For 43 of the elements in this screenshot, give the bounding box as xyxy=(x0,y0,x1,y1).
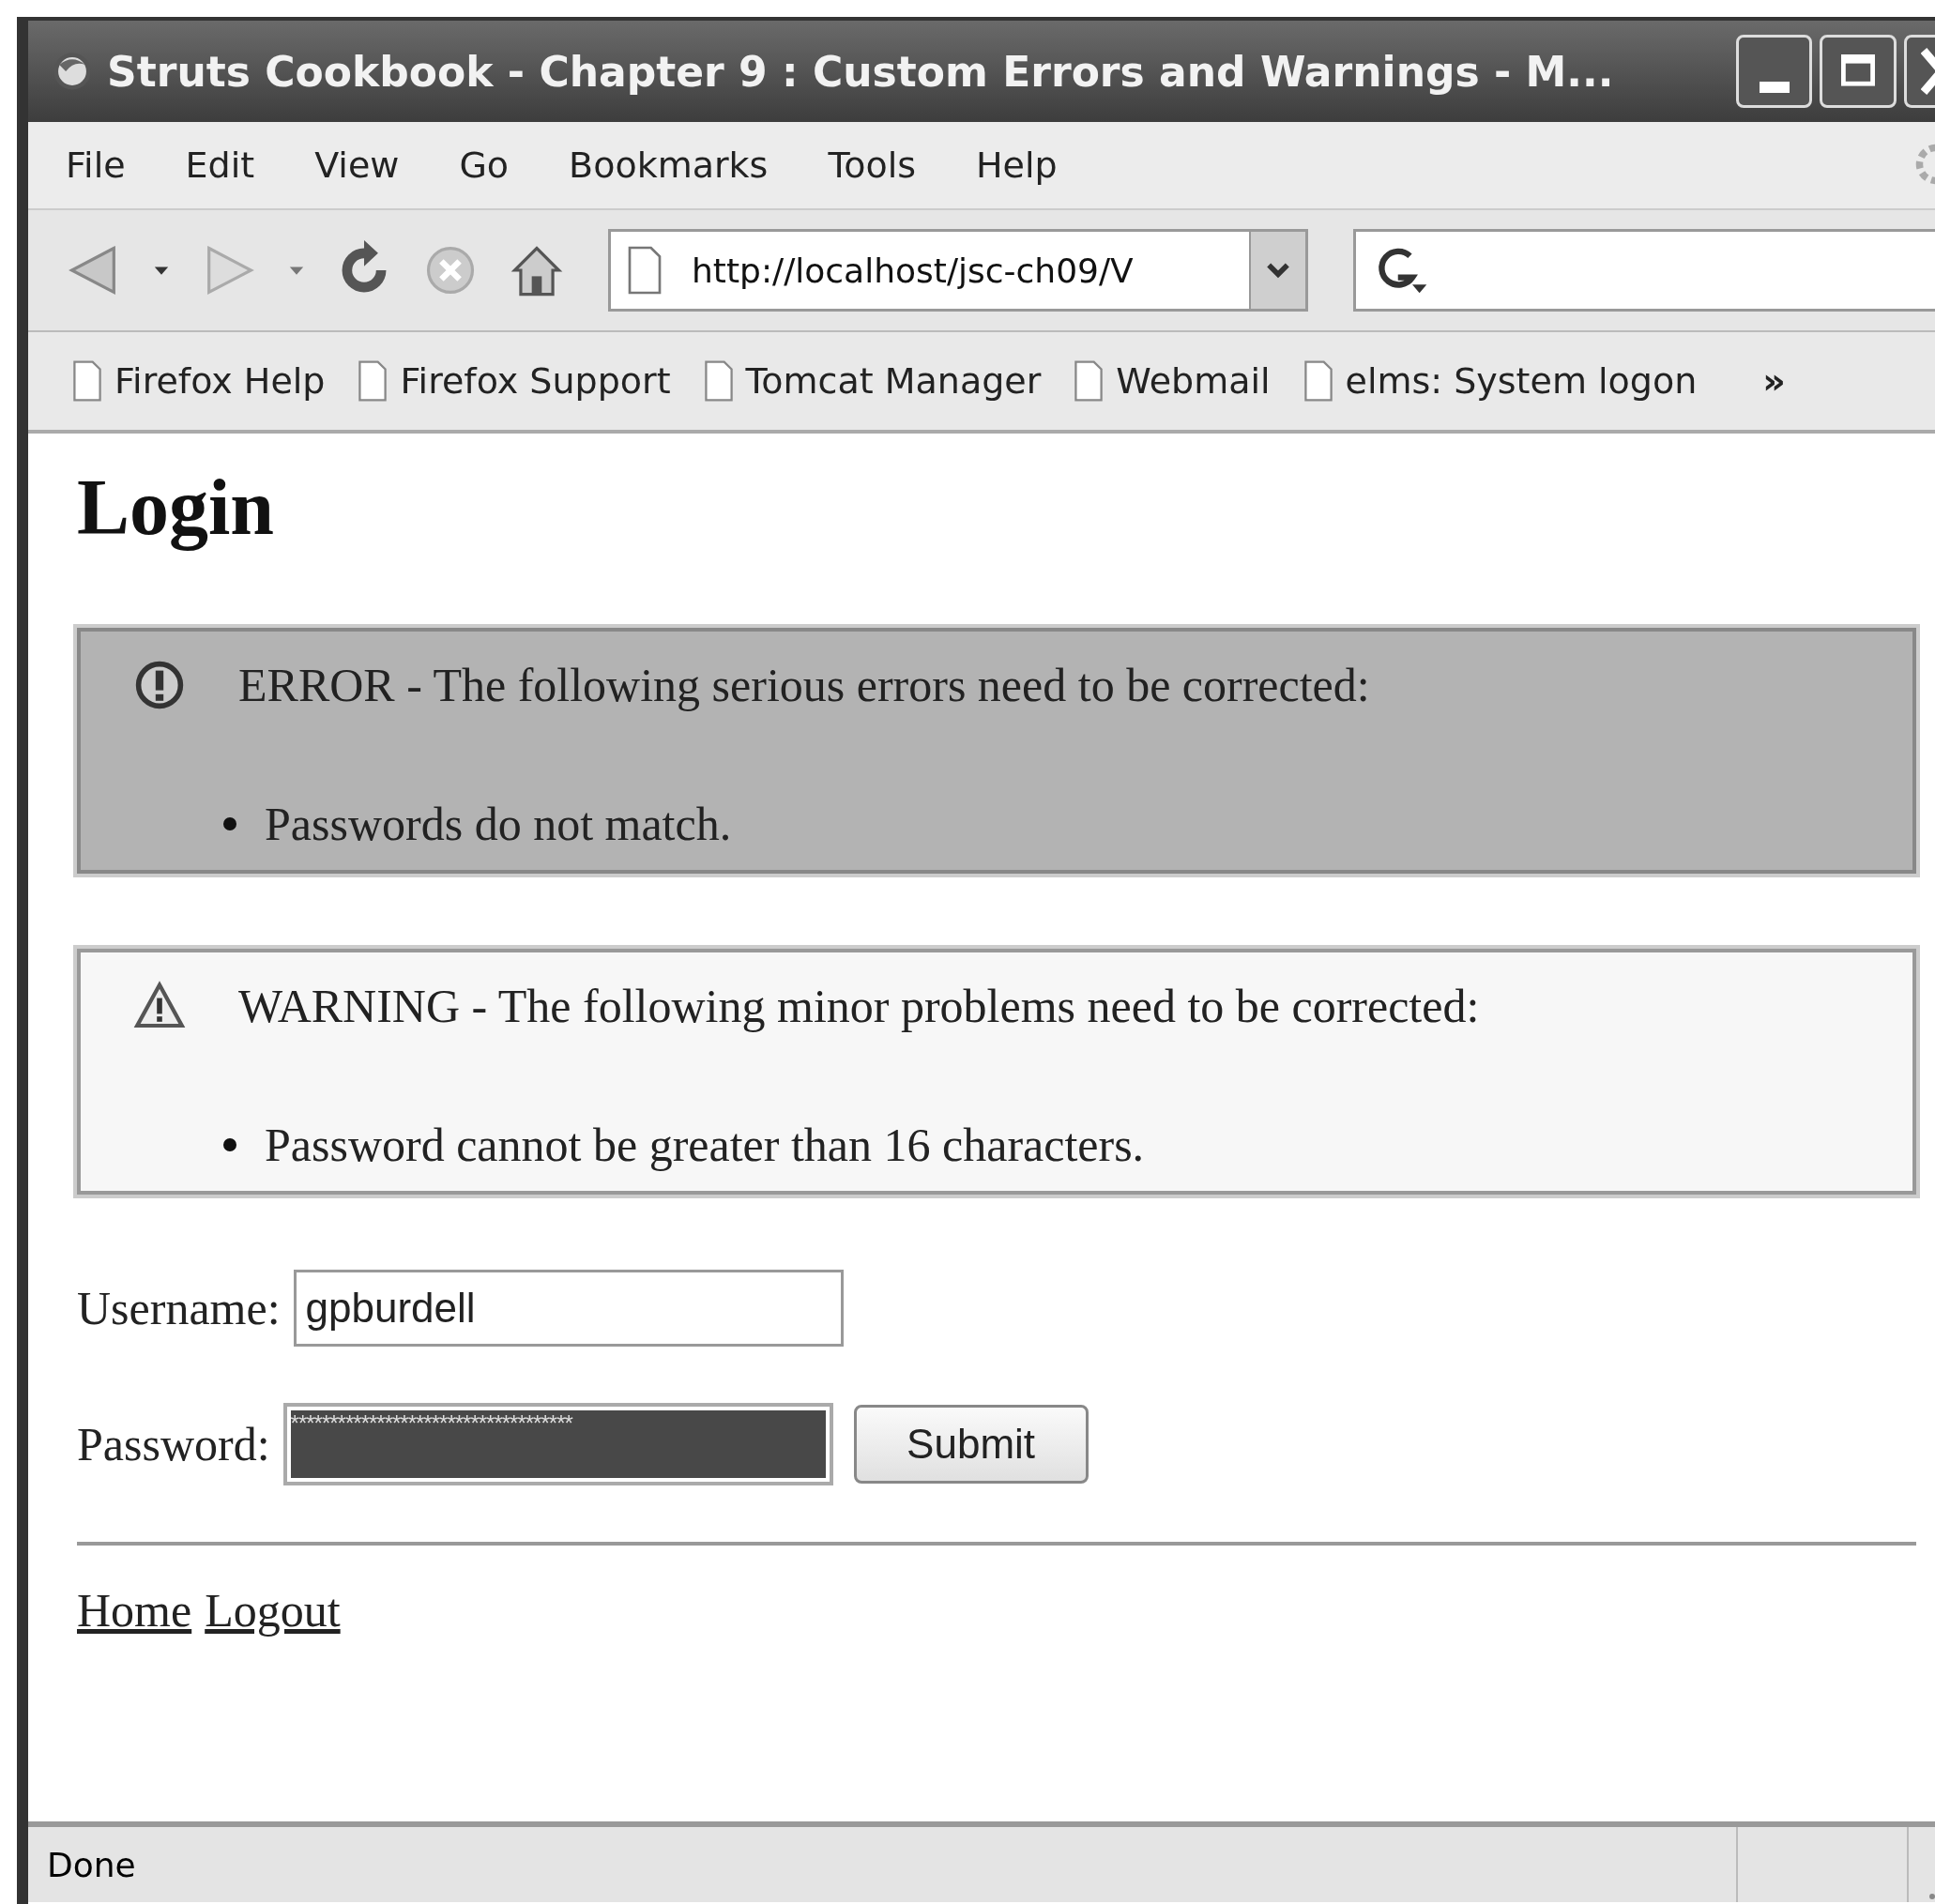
address-field[interactable]: http://localhost/jsc-ch09/V xyxy=(608,229,1308,312)
menu-item[interactable]: File xyxy=(66,145,126,186)
username-field[interactable]: gpburdell xyxy=(293,1270,844,1347)
submit-button[interactable]: Submit xyxy=(853,1405,1089,1484)
bookmark-item[interactable]: Webmail xyxy=(1073,359,1271,403)
nav-link[interactable]: Home xyxy=(77,1583,192,1637)
window-title: Struts Cookbook - Chapter 9 : Custom Errors and Warnings - M... xyxy=(107,47,1615,96)
menu-item[interactable]: Help xyxy=(976,145,1058,186)
bookmark-item[interactable]: elms: System logon xyxy=(1302,359,1698,403)
password-label: Password: xyxy=(77,1417,270,1471)
bullet-icon xyxy=(223,817,236,830)
message-item: Passwords do not match. xyxy=(265,797,732,851)
page-icon xyxy=(71,359,103,403)
page-heading: Login xyxy=(77,463,276,553)
nav-link[interactable]: Logout xyxy=(205,1583,341,1637)
page-icon xyxy=(702,359,735,403)
page-icon xyxy=(1073,359,1105,403)
menu-item[interactable]: Bookmarks xyxy=(569,145,769,186)
minimize-icon xyxy=(1759,82,1790,93)
bookmark-item[interactable]: Firefox Help xyxy=(71,359,326,403)
menu-item[interactable]: Edit xyxy=(185,145,255,186)
password-field[interactable]: ************************************ xyxy=(282,1403,833,1485)
menu-item[interactable]: Go xyxy=(459,145,510,186)
page-icon xyxy=(357,359,389,403)
bullet-icon xyxy=(223,1138,236,1151)
more-bookmarks-button[interactable]: » xyxy=(1762,360,1786,402)
page-icon xyxy=(1302,359,1334,403)
bookmark-item[interactable]: Tomcat Manager xyxy=(702,359,1042,403)
dropdown-button[interactable] xyxy=(1249,232,1305,309)
message-title: ERROR - The following serious errors need to be corrected: xyxy=(238,658,1370,712)
error-icon xyxy=(133,659,186,711)
status-text: Done xyxy=(47,1845,137,1884)
page-icon xyxy=(626,245,663,296)
message-title: WARNING - The following minor problems need to be corrected: xyxy=(238,979,1480,1033)
bookmark-item[interactable]: Firefox Support xyxy=(357,359,671,403)
minimize-button[interactable] xyxy=(1736,35,1813,108)
menu-item[interactable]: Tools xyxy=(828,145,916,186)
url-text: http://localhost/jsc-ch09/V xyxy=(692,251,1135,290)
search-field[interactable] xyxy=(1353,229,1935,312)
username-label: Username: xyxy=(77,1281,281,1335)
menu-item[interactable]: View xyxy=(314,145,400,186)
maximize-button[interactable] xyxy=(1820,35,1897,108)
message-item: Password cannot be greater than 16 characters. xyxy=(265,1118,1145,1172)
